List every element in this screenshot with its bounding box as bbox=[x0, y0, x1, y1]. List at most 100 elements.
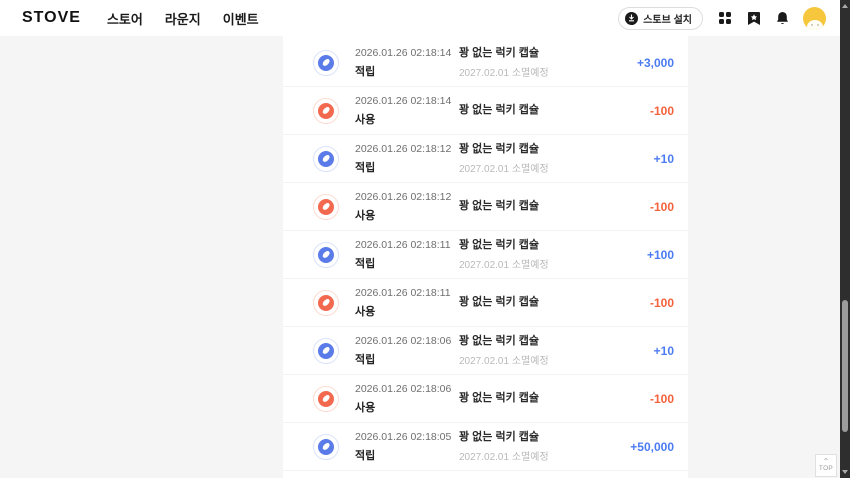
date-type-column: 2026.01.26 02:18:14 사용 bbox=[355, 95, 450, 127]
item-column: 꽝 없는 럭키 캡슐 2027.02.01 소멸예정 bbox=[459, 431, 614, 463]
user-avatar[interactable] bbox=[803, 7, 826, 30]
install-button-label: 스토브 설치 bbox=[643, 11, 692, 26]
transaction-row: 2026.01.26 02:18:14 적립 꽝 없는 럭키 캡슐 2027.02.0… bbox=[283, 39, 688, 87]
stove-install-button[interactable]: 스토브 설치 bbox=[618, 7, 703, 30]
item-name: 꽝 없는 럭키 캡슐 bbox=[459, 335, 614, 348]
bookmark-star-icon[interactable] bbox=[747, 11, 761, 26]
main-nav: 스토어 라운지 이벤트 bbox=[107, 9, 259, 28]
point-use-icon bbox=[313, 290, 339, 316]
date-type-column: 2026.01.26 02:18:12 적립 bbox=[355, 143, 450, 175]
item-name: 꽝 없는 럭키 캡슐 bbox=[459, 143, 614, 156]
point-earn-icon bbox=[313, 434, 339, 460]
point-use-icon bbox=[313, 194, 339, 220]
item-column: 꽝 없는 럭키 캡슐 bbox=[459, 104, 614, 117]
expiry-date: 2027.02.01 소멸예정 bbox=[459, 448, 614, 463]
transaction-row: 2026.01.26 02:18:06 적립 꽝 없는 럭키 캡슐 2027.02.0… bbox=[283, 327, 688, 375]
item-column: 꽝 없는 럭키 캡슐 bbox=[459, 392, 614, 405]
header-actions: 스토브 설치 bbox=[618, 7, 826, 30]
point-earn-icon bbox=[313, 146, 339, 172]
scrollbar-down-arrow-icon[interactable] bbox=[841, 468, 849, 476]
expiry-date: 2027.02.01 소멸예정 bbox=[459, 64, 614, 79]
item-column: 꽝 없는 럭키 캡슐 2027.02.01 소멸예정 bbox=[459, 143, 614, 175]
point-amount: +100 bbox=[614, 248, 674, 262]
transaction-datetime: 2026.01.26 02:18:11 bbox=[355, 239, 450, 252]
transaction-type: 적립 bbox=[355, 255, 450, 271]
item-column: 꽝 없는 럭키 캡슐 2027.02.01 소멸예정 bbox=[459, 47, 614, 79]
stove-logo[interactable]: STOVE bbox=[22, 9, 81, 27]
point-amount: -100 bbox=[614, 392, 674, 406]
nav-item-event[interactable]: 이벤트 bbox=[223, 9, 259, 28]
transaction-type: 적립 bbox=[355, 63, 450, 79]
point-amount: +3,000 bbox=[614, 56, 674, 70]
avatar-face bbox=[807, 20, 823, 30]
expiry-date: 2027.02.01 소멸예정 bbox=[459, 160, 614, 175]
transaction-list: 2026.01.26 02:18:14적립꽝 없는 럭키 캡슐2027.02.0… bbox=[283, 39, 688, 471]
item-column: 꽝 없는 럭키 캡슐 bbox=[459, 200, 614, 213]
item-column: 꽝 없는 럭키 캡슐 2027.02.01 소멸예정 bbox=[459, 239, 614, 271]
date-type-column: 2026.01.26 02:18:12 사용 bbox=[355, 191, 450, 223]
download-icon bbox=[625, 12, 638, 25]
scroll-to-top-button[interactable]: ⌃ TOP bbox=[815, 454, 837, 477]
item-name: 꽝 없는 럭키 캡슐 bbox=[459, 47, 614, 60]
transaction-type: 적립 bbox=[355, 447, 450, 463]
top-button-label: TOP bbox=[819, 465, 833, 473]
apps-grid-icon[interactable] bbox=[718, 11, 732, 25]
scrollbar-up-arrow-icon[interactable] bbox=[841, 2, 849, 10]
date-type-column: 2026.01.26 02:18:06 적립 bbox=[355, 335, 450, 367]
point-amount: +10 bbox=[614, 152, 674, 166]
transaction-row: 2026.01.26 02:18:12 적립 꽝 없는 럭키 캡슐 2027.02.0… bbox=[283, 135, 688, 183]
nav-item-lounge[interactable]: 라운지 bbox=[165, 9, 201, 28]
point-use-icon bbox=[313, 386, 339, 412]
item-name: 꽝 없는 럭키 캡슐 bbox=[459, 239, 614, 252]
item-name: 꽝 없는 럭키 캡슐 bbox=[459, 392, 614, 405]
item-name: 꽝 없는 럭키 캡슐 bbox=[459, 431, 614, 444]
transaction-datetime: 2026.01.26 02:18:12 bbox=[355, 143, 450, 156]
date-type-column: 2026.01.26 02:18:11 사용 bbox=[355, 287, 450, 319]
transaction-row: 2026.01.26 02:18:11 사용 꽝 없는 럭키 캡슐-100 bbox=[283, 279, 688, 327]
expiry-date: 2027.02.01 소멸예정 bbox=[459, 352, 614, 367]
point-amount: -100 bbox=[614, 296, 674, 310]
nav-item-store[interactable]: 스토어 bbox=[107, 9, 143, 28]
transaction-type: 적립 bbox=[355, 159, 450, 175]
transaction-row: 2026.01.26 02:18:05 적립 꽝 없는 럭키 캡슐 2027.02.0… bbox=[283, 423, 688, 471]
transaction-row: 2026.01.26 02:18:12 사용 꽝 없는 럭키 캡슐-100 bbox=[283, 183, 688, 231]
vertical-scrollbar[interactable] bbox=[840, 0, 850, 478]
item-name: 꽝 없는 럭키 캡슐 bbox=[459, 200, 614, 213]
transaction-type: 사용 bbox=[355, 207, 450, 223]
transaction-type: 적립 bbox=[355, 351, 450, 367]
point-earn-icon bbox=[313, 50, 339, 76]
date-type-column: 2026.01.26 02:18:06 사용 bbox=[355, 383, 450, 415]
point-history-panel: 2026.01.26 02:18:14적립꽝 없는 럭키 캡슐2027.02.0… bbox=[283, 36, 688, 478]
transaction-datetime: 2026.01.26 02:18:06 bbox=[355, 335, 450, 348]
top-header: STOVE 스토어 라운지 이벤트 스토브 설치 bbox=[0, 0, 850, 36]
chevron-up-icon: ⌃ bbox=[823, 458, 830, 465]
date-type-column: 2026.01.26 02:18:05 적립 bbox=[355, 431, 450, 463]
item-column: 꽝 없는 럭키 캡슐 2027.02.01 소멸예정 bbox=[459, 335, 614, 367]
transaction-datetime: 2026.01.26 02:18:05 bbox=[355, 431, 450, 444]
item-name: 꽝 없는 럭키 캡슐 bbox=[459, 296, 614, 309]
expiry-date: 2027.02.01 소멸예정 bbox=[459, 256, 614, 271]
transaction-type: 사용 bbox=[355, 111, 450, 127]
transaction-datetime: 2026.01.26 02:18:14 bbox=[355, 95, 450, 108]
point-earn-icon bbox=[313, 338, 339, 364]
transaction-datetime: 2026.01.26 02:18:14 bbox=[355, 47, 450, 60]
point-use-icon bbox=[313, 98, 339, 124]
transaction-datetime: 2026.01.26 02:18:12 bbox=[355, 191, 450, 204]
point-amount: -100 bbox=[614, 104, 674, 118]
item-name: 꽝 없는 럭키 캡슐 bbox=[459, 104, 614, 117]
item-column: 꽝 없는 럭키 캡슐 bbox=[459, 296, 614, 309]
scrollbar-thumb[interactable] bbox=[842, 300, 848, 432]
point-amount: -100 bbox=[614, 200, 674, 214]
transaction-type: 사용 bbox=[355, 399, 450, 415]
transaction-row: 2026.01.26 02:18:06 사용 꽝 없는 럭키 캡슐-100 bbox=[283, 375, 688, 423]
transaction-row: 2026.01.26 02:18:11 적립 꽝 없는 럭키 캡슐 2027.02.0… bbox=[283, 231, 688, 279]
transaction-datetime: 2026.01.26 02:18:06 bbox=[355, 383, 450, 396]
transaction-row: 2026.01.26 02:18:14 사용 꽝 없는 럭키 캡슐-100 bbox=[283, 87, 688, 135]
transaction-type: 사용 bbox=[355, 303, 450, 319]
notification-bell-icon[interactable] bbox=[776, 11, 789, 26]
point-amount: +50,000 bbox=[614, 440, 674, 454]
point-earn-icon bbox=[313, 242, 339, 268]
point-amount: +10 bbox=[614, 344, 674, 358]
transaction-datetime: 2026.01.26 02:18:11 bbox=[355, 287, 450, 300]
date-type-column: 2026.01.26 02:18:14 적립 bbox=[355, 47, 450, 79]
